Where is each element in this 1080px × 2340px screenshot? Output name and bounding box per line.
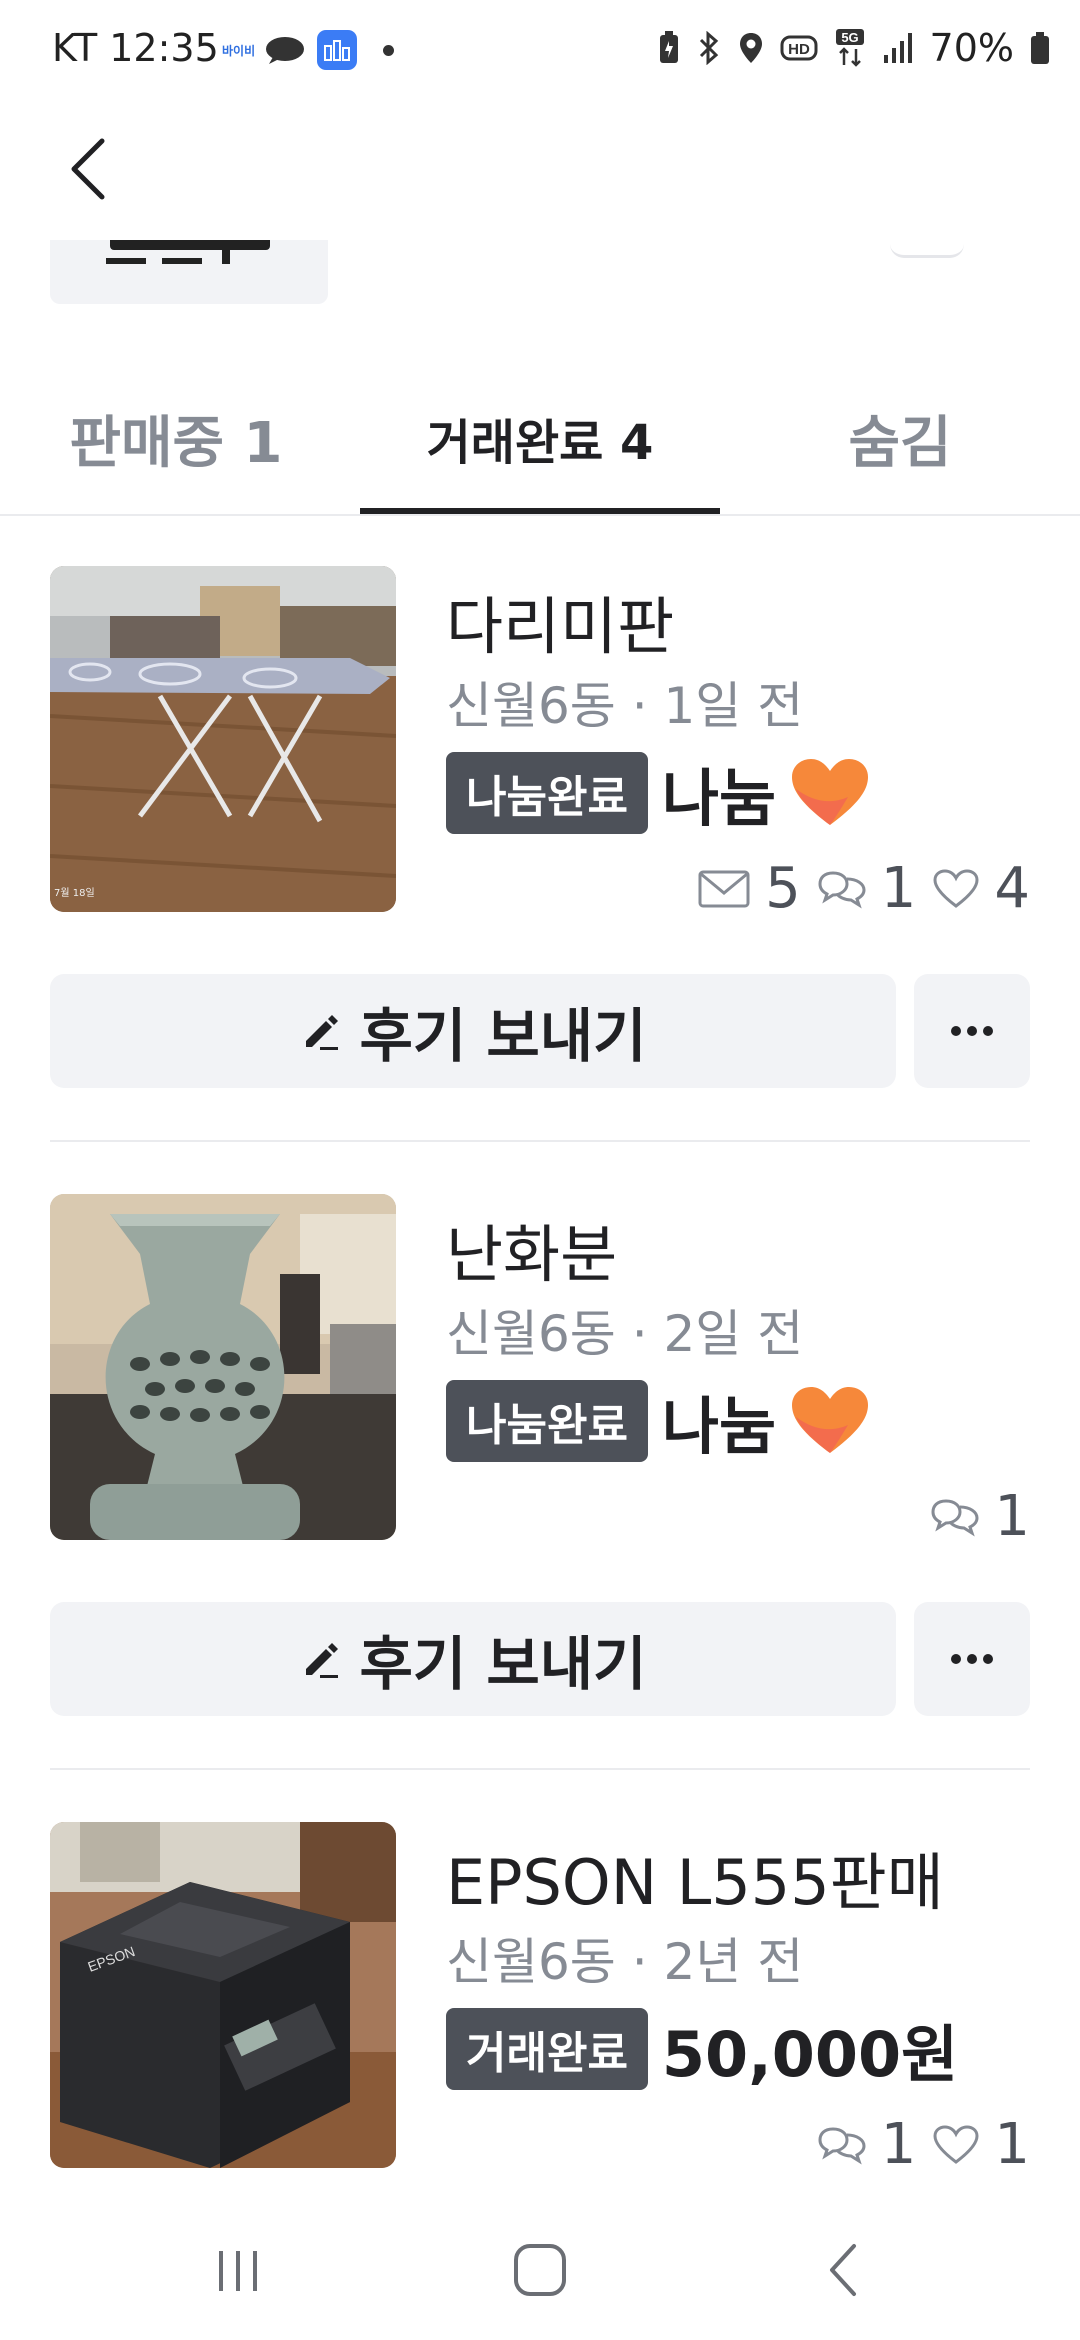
item-title: EPSON L555판매: [446, 1846, 944, 1919]
app-icon: [317, 30, 358, 70]
item-thumbnail[interactable]: 7월 18일: [50, 566, 396, 912]
divider: [50, 1140, 1030, 1142]
scrolled-chip-partial: [50, 240, 328, 304]
back-arrow-icon: [71, 138, 105, 200]
header: [0, 100, 1080, 240]
more-options-button[interactable]: [914, 1602, 1030, 1716]
tab-hidden[interactable]: 숨김: [720, 360, 1080, 516]
orange-heart-emoji-icon: [792, 1387, 869, 1453]
notification-dot-icon: [383, 44, 395, 56]
heart-outline-icon: [933, 2124, 979, 2164]
app-notification-label: 바이비: [222, 43, 256, 58]
mail-icon: [698, 870, 750, 907]
hd-icon: HD: [780, 35, 818, 61]
send-review-button[interactable]: 후기 보내기: [50, 1602, 896, 1716]
like-count: 1: [994, 2112, 1030, 2177]
nav-recents-button[interactable]: [198, 2240, 278, 2300]
chat-bubble-icon: [818, 2126, 866, 2164]
status-badge: 나눔완료: [446, 752, 648, 834]
item-thumbnail[interactable]: EPSON: [50, 1822, 396, 2168]
item-meta: 신월6동 · 2일 전: [446, 1305, 804, 1363]
send-review-button[interactable]: 후기 보내기: [50, 974, 896, 1088]
system-nav-bar: [0, 2200, 1080, 2340]
heart-outline-icon: [933, 868, 979, 908]
status-time: KT 12:35: [52, 26, 219, 70]
tab-selling[interactable]: 판매중 1: [0, 360, 352, 516]
nav-back-icon: [830, 2244, 856, 2296]
pencil-icon: [305, 1643, 338, 1678]
scrolled-avatar-partial: [890, 244, 964, 258]
divider: [50, 1768, 1030, 1770]
battery-saver-icon: [659, 31, 678, 63]
svg-text:7월 18일: 7월 18일: [54, 887, 95, 899]
item-title: 난화분: [446, 1218, 618, 1291]
tab-bar: 판매중 1 거래완료 4 숨김: [0, 360, 1080, 516]
5g-icon: 5G: [835, 29, 864, 67]
bluetooth-icon: [699, 31, 718, 65]
chat-count: 5: [765, 856, 801, 921]
like-count: 4: [994, 856, 1030, 921]
more-dots-icon: [951, 1026, 993, 1036]
location-icon: [739, 33, 762, 63]
signal-icon: [883, 33, 912, 63]
item-title: 다리미판: [446, 590, 675, 663]
svg-text:HD: HD: [788, 41, 810, 58]
cloud-chat-icon: [266, 37, 305, 64]
pencil-icon: [305, 1015, 338, 1050]
item-price: 50,000원: [661, 2018, 959, 2091]
battery-icon: [1031, 32, 1049, 64]
nav-back-button[interactable]: [804, 2240, 884, 2300]
item-meta: 신월6동 · 2년 전: [446, 1933, 804, 1991]
status-badge: 거래완료: [446, 2008, 648, 2090]
more-options-button[interactable]: [914, 974, 1030, 1088]
comment-count: 1: [880, 2112, 917, 2177]
battery-percent: 70%: [929, 26, 1014, 70]
item-price: 나눔: [661, 762, 777, 835]
tab-completed[interactable]: 거래완료 4: [360, 360, 720, 516]
svg-text:5G: 5G: [841, 30, 858, 45]
review-label: 후기 보내기: [359, 1630, 647, 1698]
comment-count: 1: [880, 856, 917, 921]
item-price: 나눔: [661, 1390, 777, 1463]
chat-bubble-icon: [931, 1498, 979, 1536]
more-dots-icon: [951, 1654, 993, 1664]
chat-bubble-icon: [818, 870, 866, 908]
status-badge: 나눔완료: [446, 1380, 648, 1462]
status-bar: KT 12:35 바이비 HD 5G 70%: [0, 0, 1080, 100]
orange-heart-emoji-icon: [792, 759, 869, 825]
back-button[interactable]: [58, 134, 118, 204]
tab-active-indicator: [360, 508, 720, 514]
nav-home-button[interactable]: [500, 2240, 580, 2300]
item-meta: 신월6동 · 1일 전: [446, 677, 804, 735]
nav-home-icon: [514, 2244, 566, 2296]
review-label: 후기 보내기: [359, 1002, 647, 1070]
nav-recents-icon: [219, 2251, 257, 2291]
item-thumbnail[interactable]: [50, 1194, 396, 1540]
comment-count: 1: [994, 1484, 1030, 1549]
